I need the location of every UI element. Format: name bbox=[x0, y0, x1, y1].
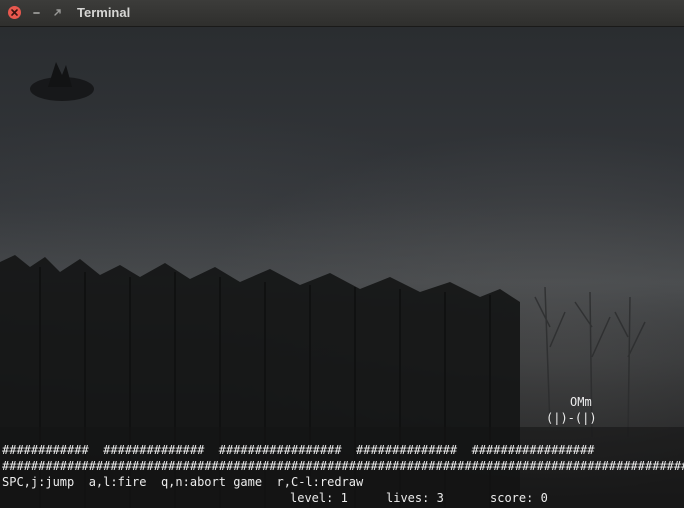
ground-bottom-row: ########################################… bbox=[2, 459, 684, 473]
window-title: Terminal bbox=[77, 5, 131, 20]
background-landscape-image bbox=[0, 62, 684, 508]
lives-indicator: lives: 3 bbox=[386, 491, 444, 505]
ground-top-row: ############ ############## ############… bbox=[2, 443, 595, 457]
controls-help: SPC,j:jump a,l:fire q,n:abort game r,C-l… bbox=[2, 475, 364, 489]
maximize-icon bbox=[54, 9, 61, 16]
minimize-icon bbox=[33, 12, 40, 14]
level-indicator: level: 1 bbox=[290, 491, 348, 505]
score-indicator: score: 0 bbox=[490, 491, 548, 505]
player-body: (|)-(|) bbox=[546, 411, 597, 425]
close-icon bbox=[11, 9, 18, 16]
maximize-button[interactable] bbox=[51, 6, 64, 19]
close-button[interactable] bbox=[8, 6, 21, 19]
terminal-area[interactable]: OMm (|)-(|) ############ ############## … bbox=[0, 27, 684, 508]
player-head: OMm bbox=[570, 395, 592, 409]
minimize-button[interactable] bbox=[30, 6, 43, 19]
window-titlebar: Terminal bbox=[0, 0, 684, 27]
